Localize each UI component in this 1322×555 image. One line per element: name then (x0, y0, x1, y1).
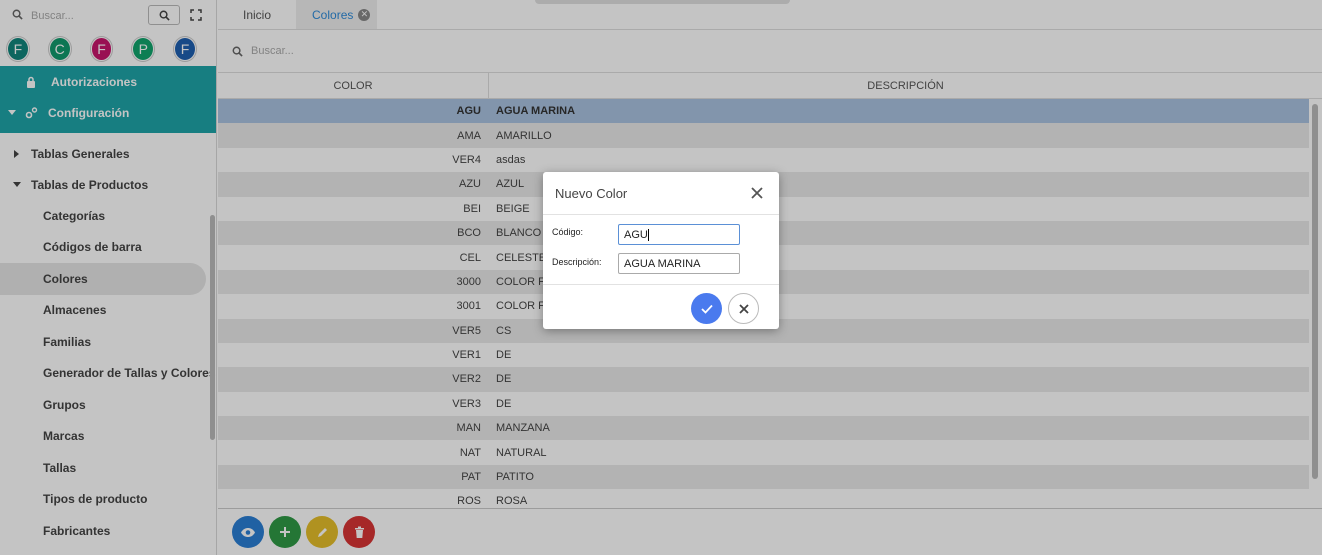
cancel-button[interactable] (728, 293, 759, 324)
confirm-button[interactable] (691, 293, 722, 324)
check-icon (700, 304, 713, 314)
close-icon[interactable] (749, 185, 765, 201)
notification-edge (535, 0, 790, 4)
dialog-title: Nuevo Color (555, 185, 628, 201)
new-color-dialog: Nuevo Color Código: AGU Descripción: AGU… (543, 172, 779, 329)
descripcion-input[interactable]: AGUA MARINA (618, 253, 740, 274)
codigo-input[interactable]: AGU (618, 224, 740, 245)
close-icon (738, 303, 749, 314)
codigo-label: Código: (552, 227, 584, 237)
descripcion-label: Descripción: (552, 257, 602, 267)
